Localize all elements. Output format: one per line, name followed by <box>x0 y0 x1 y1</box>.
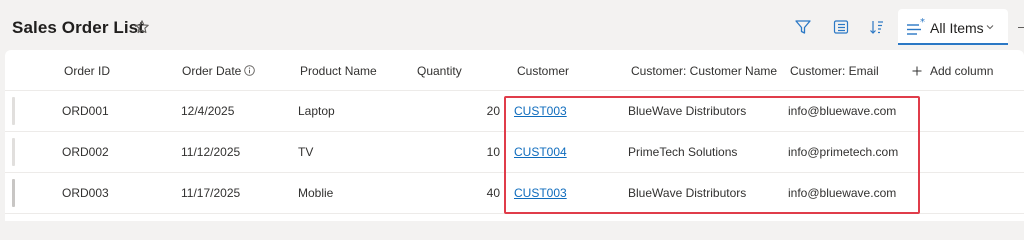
view-lines-icon: * <box>907 17 925 35</box>
filter-icon <box>795 20 811 34</box>
star-icon[interactable] <box>134 19 150 35</box>
column-list-icon <box>833 20 849 34</box>
column-header-customer-name[interactable]: Customer: Customer Name <box>631 64 777 78</box>
column-header-product-name[interactable]: Product Name <box>300 64 377 78</box>
row-selector[interactable] <box>12 179 15 207</box>
row-selector[interactable] <box>12 97 15 125</box>
quantity-cell: 20 <box>486 104 500 118</box>
column-header-customer[interactable]: Customer <box>517 64 569 78</box>
column-header-order-id[interactable]: Order ID <box>64 64 110 78</box>
column-header-customer-email[interactable]: Customer: Email <box>790 64 879 78</box>
overflow-indicator <box>1018 27 1024 28</box>
quantity-cell: 40 <box>486 186 500 200</box>
order-id-cell: ORD003 <box>62 186 109 200</box>
column-header-order-date[interactable]: Order Date <box>182 64 256 78</box>
add-column-button[interactable]: Add column <box>912 64 993 78</box>
row-selector[interactable] <box>12 138 15 166</box>
product-name-cell: Moblie <box>298 186 334 200</box>
view-selector-button[interactable]: * All Items <box>898 9 1008 45</box>
sort-button[interactable] <box>866 16 888 38</box>
quantity-cell: 10 <box>486 145 500 159</box>
filter-button[interactable] <box>792 16 814 38</box>
order-date-cell: 12/4/2025 <box>181 104 235 118</box>
list-header: Order ID Order Date Product Name Quantit… <box>5 50 1024 91</box>
edit-columns-button[interactable] <box>830 16 852 38</box>
svg-text:*: * <box>920 17 925 28</box>
order-id-cell: ORD001 <box>62 104 109 118</box>
chevron-down-icon <box>986 25 994 30</box>
product-name-cell: TV <box>298 145 314 159</box>
plus-icon <box>912 66 922 76</box>
view-selector-label: All Items <box>930 20 984 36</box>
sort-icon <box>870 21 883 34</box>
column-header-quantity[interactable]: Quantity <box>417 64 462 78</box>
order-id-cell: ORD002 <box>62 145 109 159</box>
order-date-cell: 11/17/2025 <box>181 186 241 200</box>
info-icon <box>244 65 256 76</box>
highlight-box <box>504 96 920 214</box>
command-bar: Sales Order List * All Items <box>0 0 1024 50</box>
order-date-cell: 11/12/2025 <box>181 145 241 159</box>
product-name-cell: Laptop <box>298 104 335 118</box>
page-title: Sales Order List <box>12 18 144 37</box>
